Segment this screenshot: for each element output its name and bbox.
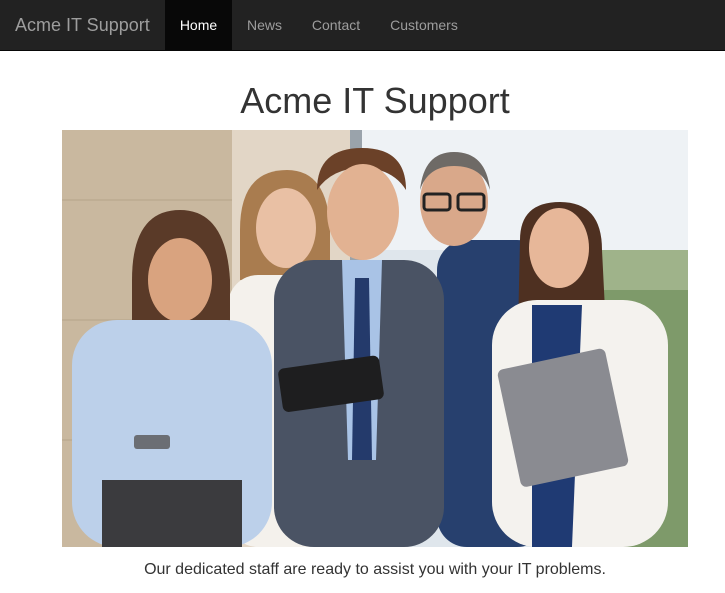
nav-item-home[interactable]: Home bbox=[165, 0, 232, 50]
nav-item-news[interactable]: News bbox=[232, 0, 297, 50]
nav-item-contact[interactable]: Contact bbox=[297, 0, 375, 50]
photo-caption: Our dedicated staff are ready to assist … bbox=[144, 561, 606, 578]
staff-photo bbox=[62, 130, 688, 547]
top-navbar: Acme IT Support Home News Contact Custom… bbox=[0, 0, 725, 51]
page-title: Acme IT Support bbox=[240, 80, 510, 121]
brand-link[interactable]: Acme IT Support bbox=[15, 0, 150, 50]
nav-item-customers[interactable]: Customers bbox=[375, 0, 473, 50]
